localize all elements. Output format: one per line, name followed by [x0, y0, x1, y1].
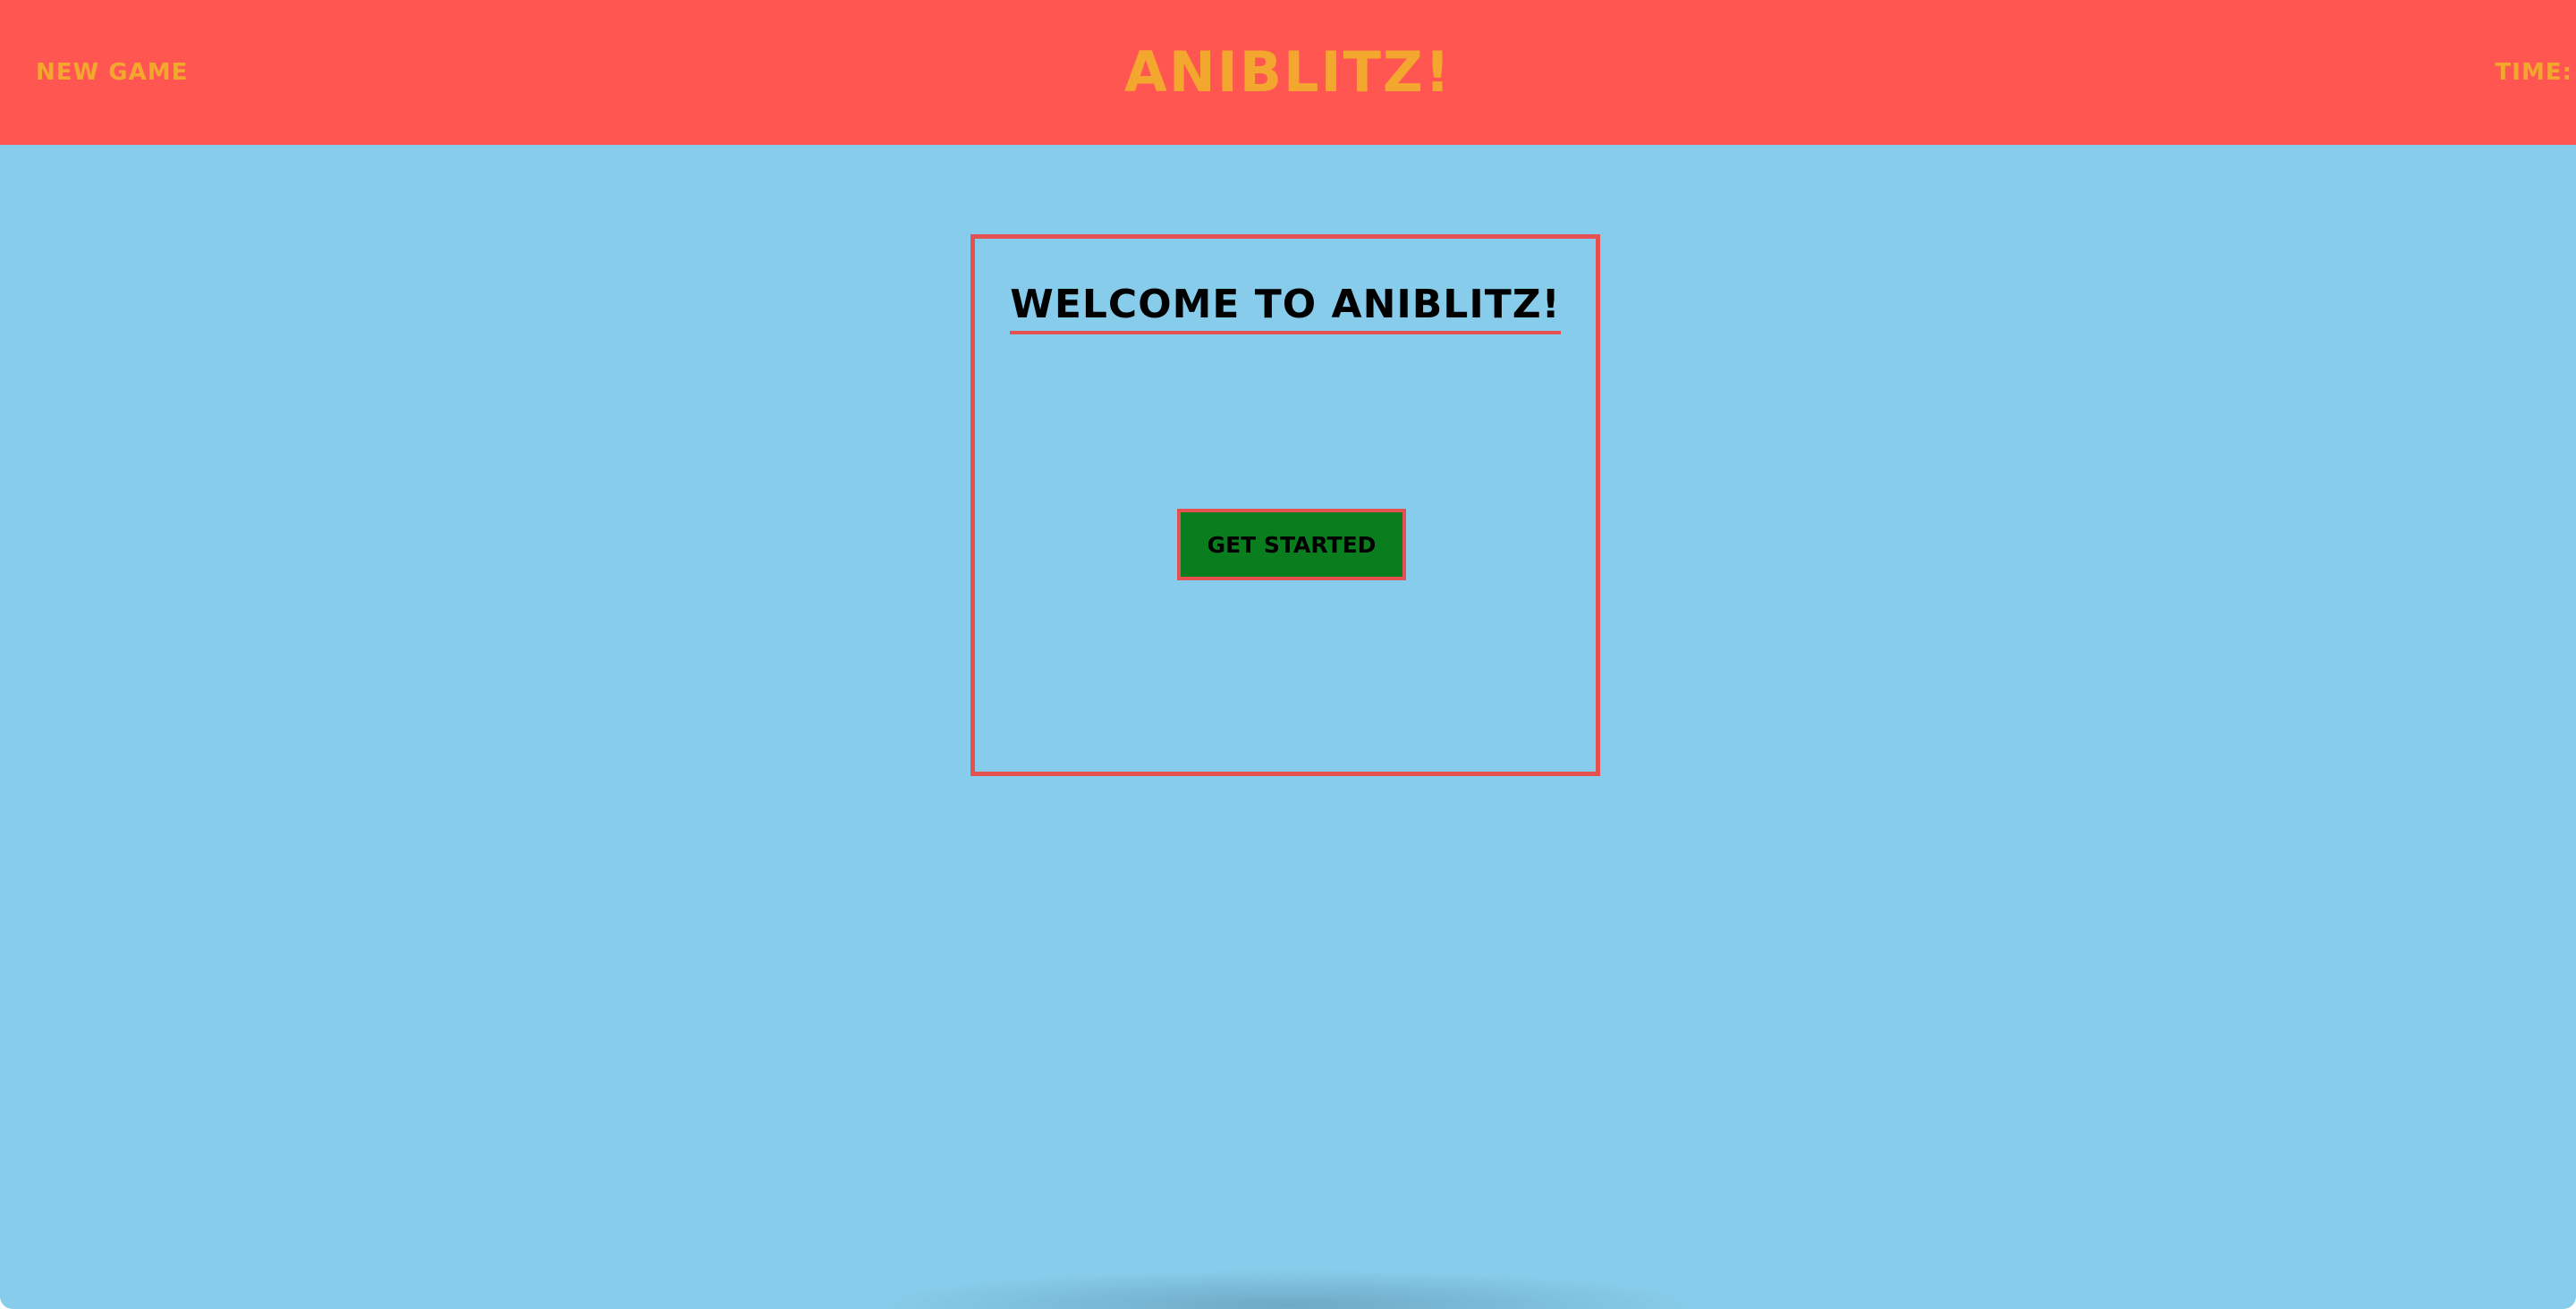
game-page: NEW GAME ANIBLITZ! TIME: WELCOME TO ANIB… [0, 0, 2576, 1309]
top-header-bar: NEW GAME ANIBLITZ! TIME: [0, 0, 2576, 145]
welcome-heading-wrap: WELCOME TO ANIBLITZ! [975, 282, 1596, 334]
timer-label: TIME: [2495, 59, 2572, 86]
get-started-button[interactable]: GET STARTED [1177, 509, 1406, 580]
app-title: ANIBLITZ! [1123, 39, 1453, 105]
welcome-panel: WELCOME TO ANIBLITZ! GET STARTED [970, 234, 1600, 776]
bottom-shadow-decoration [877, 1270, 1699, 1309]
welcome-heading: WELCOME TO ANIBLITZ! [1010, 282, 1561, 334]
